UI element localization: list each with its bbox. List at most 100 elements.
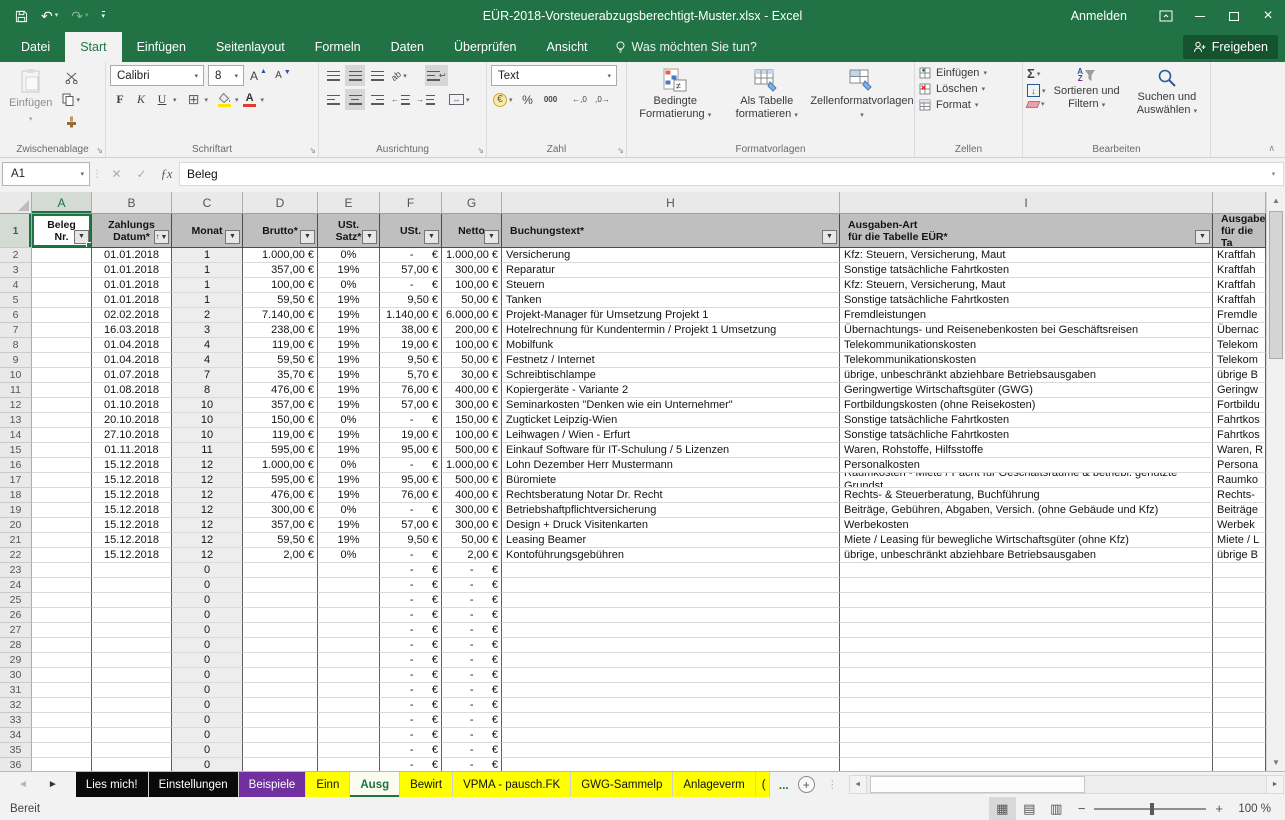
cell-B7[interactable]: 16.03.2018 bbox=[92, 323, 172, 338]
cell-C29[interactable]: 0 bbox=[172, 653, 243, 668]
row-number-22[interactable]: 22 bbox=[0, 548, 32, 563]
cell-G7[interactable]: 200,00 € bbox=[442, 323, 502, 338]
cell-B14[interactable]: 27.10.2018 bbox=[92, 428, 172, 443]
cell-G24[interactable]: - € bbox=[442, 578, 502, 593]
header-cell-B1[interactable]: Zahlungs Datum*↑▼ bbox=[92, 214, 172, 248]
cell-G5[interactable]: 50,00 € bbox=[442, 293, 502, 308]
cell-I8[interactable]: Telekommunikationskosten bbox=[840, 338, 1213, 353]
redo-dropdown-icon[interactable]: ▾ bbox=[85, 10, 89, 22]
wrap-text-button[interactable]: ↩ bbox=[425, 65, 448, 86]
cell-F26[interactable]: - € bbox=[380, 608, 442, 623]
row-number-25[interactable]: 25 bbox=[0, 593, 32, 608]
cell-G36[interactable]: - € bbox=[442, 758, 502, 771]
cell-E23[interactable] bbox=[318, 563, 380, 578]
cell-C11[interactable]: 8 bbox=[172, 383, 243, 398]
cell-B13[interactable]: 20.10.2018 bbox=[92, 413, 172, 428]
conditional-formatting-dropdown-icon[interactable]: ▾ bbox=[708, 112, 712, 119]
cell-J22[interactable]: übrige B bbox=[1213, 548, 1266, 563]
cell-C33[interactable]: 0 bbox=[172, 713, 243, 728]
cell-D11[interactable]: 476,00 € bbox=[243, 383, 318, 398]
cell-B17[interactable]: 15.12.2018 bbox=[92, 473, 172, 488]
cell-G32[interactable]: - € bbox=[442, 698, 502, 713]
cell-A16[interactable] bbox=[32, 458, 92, 473]
cell-A27[interactable] bbox=[32, 623, 92, 638]
cell-I15[interactable]: Waren, Rohstoffe, Hilfsstoffe bbox=[840, 443, 1213, 458]
cell-J24[interactable] bbox=[1213, 578, 1266, 593]
cell-J36[interactable] bbox=[1213, 758, 1266, 771]
cell-B26[interactable] bbox=[92, 608, 172, 623]
tell-me-box[interactable]: Was möchten Sie tun? bbox=[603, 32, 769, 62]
zoom-in-icon[interactable]: + bbox=[1215, 801, 1223, 816]
cell-B2[interactable]: 01.01.2018 bbox=[92, 248, 172, 263]
cell-styles-button[interactable]: Zellenformatvorlagen ▾ bbox=[814, 65, 910, 141]
ribbon-tab-einfügen[interactable]: Einfügen bbox=[122, 32, 201, 62]
clipboard-dialog-launcher-icon[interactable]: ⇘ bbox=[96, 146, 103, 155]
page-break-view-icon[interactable]: ▥ bbox=[1043, 797, 1070, 820]
header-cell-D1[interactable]: Brutto*▼ bbox=[243, 214, 318, 248]
cell-B19[interactable]: 15.12.2018 bbox=[92, 503, 172, 518]
cell-J31[interactable] bbox=[1213, 683, 1266, 698]
cell-I26[interactable] bbox=[840, 608, 1213, 623]
header-cell-J1[interactable]: Ausgabe für die Ta bbox=[1213, 214, 1266, 248]
align-left-button[interactable] bbox=[323, 89, 343, 110]
cell-A31[interactable] bbox=[32, 683, 92, 698]
cell-A10[interactable] bbox=[32, 368, 92, 383]
cell-B31[interactable] bbox=[92, 683, 172, 698]
cell-F30[interactable]: - € bbox=[380, 668, 442, 683]
row-number-2[interactable]: 2 bbox=[0, 248, 32, 263]
cell-B29[interactable] bbox=[92, 653, 172, 668]
header-cell-G1[interactable]: Netto▼ bbox=[442, 214, 502, 248]
cell-J19[interactable]: Beiträge bbox=[1213, 503, 1266, 518]
cell-C31[interactable]: 0 bbox=[172, 683, 243, 698]
sheet-tab-anlageverm[interactable]: Anlageverm bbox=[673, 772, 755, 797]
cell-G35[interactable]: - € bbox=[442, 743, 502, 758]
cell-J4[interactable]: Kraftfah bbox=[1213, 278, 1266, 293]
header-cell-E1[interactable]: USt. Satz*▼ bbox=[318, 214, 380, 248]
formula-input[interactable]: Beleg bbox=[179, 162, 1264, 186]
cell-B24[interactable] bbox=[92, 578, 172, 593]
italic-button[interactable]: K bbox=[131, 89, 151, 110]
borders-button[interactable]: ⊞ bbox=[184, 89, 204, 110]
cell-F25[interactable]: - € bbox=[380, 593, 442, 608]
cell-G10[interactable]: 30,00 € bbox=[442, 368, 502, 383]
cell-I2[interactable]: Kfz: Steuern, Versicherung, Maut bbox=[840, 248, 1213, 263]
column-header-H[interactable]: H bbox=[502, 192, 840, 214]
cell-A14[interactable] bbox=[32, 428, 92, 443]
cell-C7[interactable]: 3 bbox=[172, 323, 243, 338]
cell-F20[interactable]: 57,00 € bbox=[380, 518, 442, 533]
ribbon-display-options-icon[interactable] bbox=[1149, 0, 1183, 32]
horizontal-scroll-thumb[interactable] bbox=[870, 776, 1085, 793]
cell-A32[interactable] bbox=[32, 698, 92, 713]
row-number-21[interactable]: 21 bbox=[0, 533, 32, 548]
cell-I13[interactable]: Sonstige tatsächliche Fahrtkosten bbox=[840, 413, 1213, 428]
copy-button[interactable]: ▾ bbox=[60, 89, 82, 110]
cell-B11[interactable]: 01.08.2018 bbox=[92, 383, 172, 398]
cell-F27[interactable]: - € bbox=[380, 623, 442, 638]
cell-C9[interactable]: 4 bbox=[172, 353, 243, 368]
percent-style-button[interactable]: % bbox=[518, 89, 538, 110]
cell-J16[interactable]: Persona bbox=[1213, 458, 1266, 473]
cell-B12[interactable]: 01.10.2018 bbox=[92, 398, 172, 413]
cell-G15[interactable]: 500,00 € bbox=[442, 443, 502, 458]
decrease-decimal-button[interactable]: ,0→ bbox=[593, 89, 613, 110]
cell-F5[interactable]: 9,50 € bbox=[380, 293, 442, 308]
format-cells-button[interactable]: Format▾ bbox=[919, 99, 987, 111]
cell-A3[interactable] bbox=[32, 263, 92, 278]
cell-I5[interactable]: Sonstige tatsächliche Fahrtkosten bbox=[840, 293, 1213, 308]
cell-I7[interactable]: Übernachtungs- und Reisenebenkosten bei … bbox=[840, 323, 1213, 338]
cell-D28[interactable] bbox=[243, 638, 318, 653]
cell-I17[interactable]: Raumkosten - Miete / Pacht für Geschäfts… bbox=[840, 473, 1213, 488]
sheet-nav-prev-icon[interactable]: ◄ bbox=[18, 779, 28, 790]
cell-D8[interactable]: 119,00 € bbox=[243, 338, 318, 353]
cell-B33[interactable] bbox=[92, 713, 172, 728]
cell-B4[interactable]: 01.01.2018 bbox=[92, 278, 172, 293]
cell-A24[interactable] bbox=[32, 578, 92, 593]
cell-A12[interactable] bbox=[32, 398, 92, 413]
row-number-15[interactable]: 15 bbox=[0, 443, 32, 458]
clear-button[interactable]: ▾ bbox=[1027, 100, 1046, 108]
column-header-B[interactable]: B bbox=[92, 192, 172, 214]
customize-quick-access-icon[interactable]: ▾ bbox=[102, 11, 106, 21]
cell-A17[interactable] bbox=[32, 473, 92, 488]
row-number-30[interactable]: 30 bbox=[0, 668, 32, 683]
cell-D19[interactable]: 300,00 € bbox=[243, 503, 318, 518]
